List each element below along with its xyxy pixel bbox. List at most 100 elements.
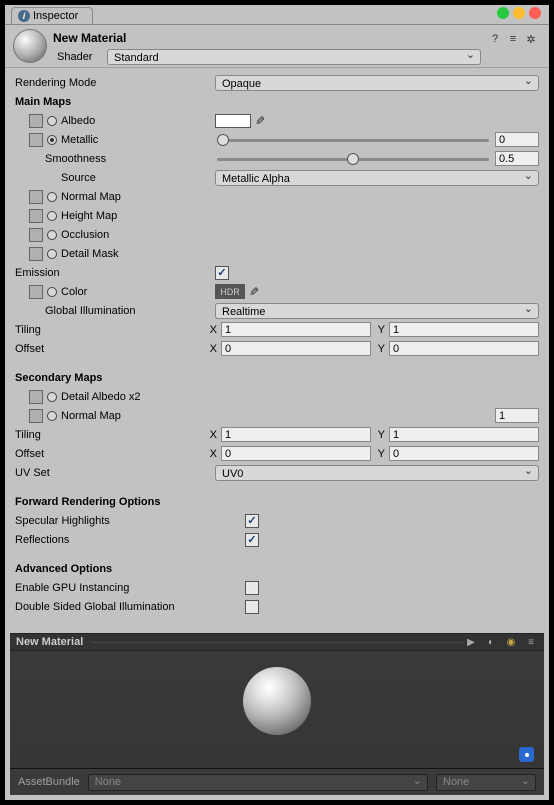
normal-texture-slot[interactable] bbox=[29, 190, 43, 204]
assetbundle-dropdown[interactable]: None bbox=[88, 774, 428, 791]
rendering-mode-dropdown[interactable]: Opaque bbox=[215, 75, 539, 91]
inspector-tab[interactable]: i Inspector bbox=[11, 7, 93, 24]
smoothness-value[interactable] bbox=[495, 151, 539, 166]
gpu-instancing-label: Enable GPU Instancing bbox=[15, 582, 245, 594]
detailmask-label: Detail Mask bbox=[61, 248, 118, 260]
metallic-value[interactable] bbox=[495, 132, 539, 147]
gi-label: Global Illumination bbox=[15, 305, 215, 317]
dsgi-checkbox[interactable] bbox=[245, 600, 259, 614]
y-label: Y bbox=[373, 324, 385, 336]
metallic-texture-slot[interactable] bbox=[29, 133, 43, 147]
advanced-title: Advanced Options bbox=[15, 563, 215, 575]
asset-label-icon[interactable] bbox=[519, 747, 534, 762]
height-texture-slot[interactable] bbox=[29, 209, 43, 223]
eyedropper-icon[interactable]: ✎ bbox=[255, 114, 265, 128]
albedo-label: Albedo bbox=[61, 115, 95, 127]
secondary-tiling-x[interactable] bbox=[221, 427, 371, 442]
height-toggle[interactable] bbox=[47, 211, 57, 221]
main-maps-title: Main Maps bbox=[15, 96, 215, 108]
x-label: X bbox=[205, 343, 217, 355]
emission-color-texture-slot[interactable] bbox=[29, 285, 43, 299]
tiling-label: Tiling bbox=[15, 324, 205, 336]
albedo-toggle[interactable] bbox=[47, 116, 57, 126]
x-label: X bbox=[205, 429, 217, 441]
normal-label: Normal Map bbox=[61, 191, 121, 203]
gi-dropdown[interactable]: Realtime bbox=[215, 303, 539, 319]
secondary-normal-texture-slot[interactable] bbox=[29, 409, 43, 423]
play-icon[interactable]: ▶ bbox=[464, 635, 478, 649]
titlebar: i Inspector bbox=[5, 5, 549, 25]
assetbundle-variant-dropdown[interactable]: None bbox=[436, 774, 536, 791]
detail-albedo-label: Detail Albedo x2 bbox=[61, 391, 141, 403]
secondary-normal-label: Normal Map bbox=[61, 410, 121, 422]
smoothness-slider[interactable] bbox=[215, 152, 491, 166]
occlusion-label: Occlusion bbox=[61, 229, 109, 241]
preset-icon[interactable]: ≡ bbox=[505, 31, 521, 47]
height-label: Height Map bbox=[61, 210, 117, 222]
secondary-offset-label: Offset bbox=[15, 448, 205, 460]
occlusion-texture-slot[interactable] bbox=[29, 228, 43, 242]
gpu-instancing-checkbox[interactable] bbox=[245, 581, 259, 595]
tab-label: Inspector bbox=[33, 10, 78, 22]
shader-dropdown[interactable]: Standard bbox=[107, 49, 481, 65]
tiling-x[interactable] bbox=[221, 322, 371, 337]
secondary-offset-x[interactable] bbox=[221, 446, 371, 461]
y-label: Y bbox=[373, 343, 385, 355]
metallic-toggle[interactable] bbox=[47, 135, 57, 145]
reflections-icon[interactable]: ◉ bbox=[504, 635, 518, 649]
material-name: New Material bbox=[53, 29, 481, 49]
occlusion-toggle[interactable] bbox=[47, 230, 57, 240]
y-label: Y bbox=[373, 429, 385, 441]
y-label: Y bbox=[373, 448, 385, 460]
info-icon: i bbox=[18, 10, 30, 22]
x-label: X bbox=[205, 324, 217, 336]
detail-albedo-texture-slot[interactable] bbox=[29, 390, 43, 404]
secondary-offset-y[interactable] bbox=[389, 446, 539, 461]
forward-title: Forward Rendering Options bbox=[15, 496, 215, 508]
metallic-slider[interactable] bbox=[215, 133, 491, 147]
tiling-y[interactable] bbox=[389, 322, 539, 337]
close-button[interactable] bbox=[529, 7, 541, 19]
detailmask-toggle[interactable] bbox=[47, 249, 57, 259]
specular-checkbox[interactable]: ✓ bbox=[245, 514, 259, 528]
detailmask-texture-slot[interactable] bbox=[29, 247, 43, 261]
albedo-texture-slot[interactable] bbox=[29, 114, 43, 128]
source-dropdown[interactable]: Metallic Alpha bbox=[215, 170, 539, 186]
emission-color-toggle[interactable] bbox=[47, 287, 57, 297]
asset-bundle-footer: AssetBundle None None bbox=[10, 768, 544, 795]
normal-toggle[interactable] bbox=[47, 192, 57, 202]
offset-label: Offset bbox=[15, 343, 205, 355]
emission-color-label: Color bbox=[61, 286, 87, 298]
secondary-tiling-y[interactable] bbox=[389, 427, 539, 442]
offset-y[interactable] bbox=[389, 341, 539, 356]
emission-checkbox[interactable]: ✓ bbox=[215, 266, 229, 280]
rendering-mode-label: Rendering Mode bbox=[15, 77, 215, 89]
gear-icon[interactable]: ✲ bbox=[523, 31, 539, 47]
window-controls bbox=[497, 7, 541, 19]
preview-sphere[interactable] bbox=[243, 667, 311, 735]
secondary-title: Secondary Maps bbox=[15, 372, 215, 384]
reflections-label: Reflections bbox=[15, 534, 245, 546]
uvset-dropdown[interactable]: UV0 bbox=[215, 465, 539, 481]
secondary-normal-toggle[interactable] bbox=[47, 411, 57, 421]
material-header: New Material Shader Standard ? ≡ ✲ bbox=[5, 25, 549, 68]
offset-x[interactable] bbox=[221, 341, 371, 356]
albedo-color[interactable] bbox=[215, 114, 251, 128]
zoom-button[interactable] bbox=[497, 7, 509, 19]
smoothness-label: Smoothness bbox=[15, 153, 215, 165]
detail-albedo-toggle[interactable] bbox=[47, 392, 57, 402]
reflections-checkbox[interactable]: ✓ bbox=[245, 533, 259, 547]
minimize-button[interactable] bbox=[513, 7, 525, 19]
emission-label: Emission bbox=[15, 267, 215, 279]
help-icon[interactable]: ? bbox=[487, 31, 503, 47]
secondary-normal-value[interactable] bbox=[495, 408, 539, 423]
assetbundle-label: AssetBundle bbox=[18, 776, 80, 788]
uvset-label: UV Set bbox=[15, 467, 215, 479]
hdr-color[interactable]: HDR bbox=[215, 284, 245, 299]
light-icon[interactable]: ◐ bbox=[484, 635, 498, 649]
options-icon[interactable]: ≡ bbox=[524, 635, 538, 649]
preview-title: New Material bbox=[16, 636, 83, 648]
source-label: Source bbox=[15, 172, 215, 184]
eyedropper-icon[interactable]: ✎ bbox=[249, 285, 259, 299]
dsgi-label: Double Sided Global Illumination bbox=[15, 601, 245, 613]
